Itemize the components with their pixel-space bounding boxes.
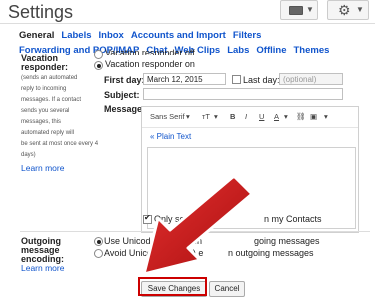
tab-offline[interactable]: Offline <box>256 43 286 58</box>
image-icon[interactable]: ▣ <box>310 112 317 121</box>
vacation-on-radio[interactable] <box>94 61 103 70</box>
utf8-label-2: going messages <box>254 236 320 246</box>
italic-icon[interactable]: I <box>245 112 247 121</box>
gear-icon: ⚙ <box>338 2 351 18</box>
tab-labs[interactable]: Labs <box>227 43 249 58</box>
last-day-input[interactable]: (optional) <box>279 73 343 85</box>
subject-input[interactable] <box>143 88 343 100</box>
plain-text-link[interactable]: « Plain Text <box>150 132 191 141</box>
editor-toolbar: Sans Serif ▾ тT ▾ B I U A ▾ ⛓ ▣ ▾ <box>142 107 358 128</box>
tab-inbox[interactable]: Inbox <box>99 28 124 43</box>
tab-labels[interactable]: Labels <box>61 28 91 43</box>
chevron-down-icon: ▼ <box>356 5 364 14</box>
underline-icon[interactable]: U <box>259 112 264 121</box>
first-day-label: First day: <box>104 75 145 85</box>
link-icon[interactable]: ⛓ <box>296 112 306 121</box>
subject-label: Subject: <box>104 90 140 100</box>
utf8-radio[interactable] <box>94 237 103 246</box>
chevron-down-icon: ▾ <box>214 112 218 121</box>
font-size-icon[interactable]: тT <box>202 112 210 121</box>
cancel-button[interactable]: Cancel <box>209 281 245 297</box>
avoid-utf8-radio[interactable] <box>94 249 103 258</box>
vacation-on-label: Vacation responder on <box>105 59 195 69</box>
chevron-down-icon: ▼ <box>306 5 314 14</box>
header-divider <box>0 23 375 24</box>
pointer-arrow-icon <box>142 178 254 276</box>
text-color-icon[interactable]: A <box>274 112 279 121</box>
message-label: Message: <box>104 104 146 114</box>
vacation-label-2: responder: <box>21 62 69 72</box>
tab-accounts[interactable]: Accounts and Import <box>131 28 226 43</box>
save-highlight-box <box>138 277 207 296</box>
tab-themes[interactable]: Themes <box>294 43 330 58</box>
tab-filters[interactable]: Filters <box>233 28 262 43</box>
last-day-checkbox[interactable] <box>232 75 241 84</box>
settings-button[interactable]: ⚙ ▼ <box>327 0 369 20</box>
vacation-off-label: Vacation responder off <box>105 48 195 55</box>
outgoing-learn-more-link[interactable]: Learn more <box>21 263 64 273</box>
font-family-select[interactable]: Sans Serif <box>150 112 185 121</box>
contacts-only-label-2: n my Contacts <box>264 214 322 224</box>
keyboard-icon <box>289 6 303 15</box>
vacation-off-radio[interactable] <box>94 50 103 59</box>
bold-icon[interactable]: B <box>230 112 235 121</box>
keyboard-button[interactable]: ▼ <box>280 0 318 20</box>
chevron-down-icon: ▾ <box>284 112 288 121</box>
vacation-note: (sends an automated reply to incoming me… <box>21 75 99 158</box>
vacation-learn-more-link[interactable]: Learn more <box>21 163 64 173</box>
first-day-input[interactable]: March 12, 2015 <box>143 73 226 85</box>
tab-general[interactable]: General <box>19 28 54 43</box>
last-day-label: Last day: <box>243 75 280 85</box>
page-title: Settings <box>8 2 74 22</box>
more-options-icon[interactable]: ▾ <box>324 112 328 121</box>
chevron-down-icon: ▾ <box>186 112 190 121</box>
